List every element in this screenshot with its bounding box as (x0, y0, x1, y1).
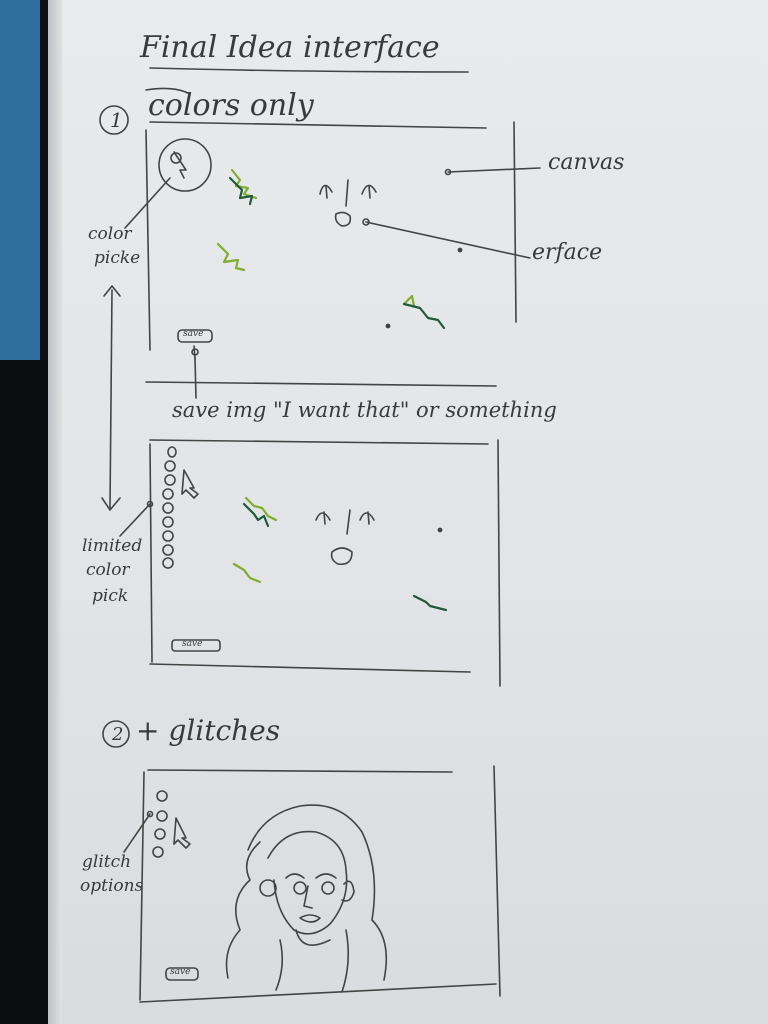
cursor-icon-frame-2 (181, 469, 199, 499)
color-swatch-9 (162, 557, 174, 569)
glitch-option-2 (156, 810, 168, 822)
frame-3-left (139, 771, 145, 1001)
color-swatch-6 (162, 516, 174, 528)
scribble-dark-2 (402, 302, 446, 330)
frame-3-bottom (139, 983, 497, 1003)
frame-1-bottom (145, 381, 497, 387)
color-swatch-3 (164, 474, 176, 486)
save-button-label-2: save (182, 639, 203, 649)
portrait-sketch (225, 804, 388, 993)
color-swatch-4 (162, 488, 174, 500)
glitch-option-4 (152, 846, 164, 858)
frame-2-bottom (149, 663, 471, 673)
glitch-option-1 (156, 790, 168, 802)
face-2-brow-right (359, 512, 375, 521)
color-picker-circle (158, 138, 212, 192)
face-2-brow-left (315, 512, 331, 521)
limited-color-leader (119, 503, 151, 537)
sketch-drawing (99, 67, 541, 1003)
color-swatch-8 (162, 544, 174, 556)
color-swatch-1 (167, 446, 177, 458)
section-2-number-circle (102, 720, 130, 748)
frame-2-left (149, 443, 153, 663)
face-2-mouth (330, 547, 353, 566)
flow-arrow (109, 289, 113, 509)
scribble-light-5 (232, 562, 262, 584)
title-underline (149, 67, 469, 73)
scribble-dark-4 (412, 594, 448, 612)
frame-2-right (497, 439, 501, 687)
face-1-mouth (334, 211, 352, 227)
canvas-leader (447, 167, 541, 173)
glitch-options-leader (123, 813, 151, 853)
frame-1-left (145, 129, 151, 351)
color-swatch-7 (162, 530, 174, 542)
frame-3-top (147, 769, 453, 773)
frame-1-top (149, 121, 487, 129)
scribble-light-2 (216, 242, 246, 272)
frame-1-right (513, 121, 517, 323)
glitch-option-3 (154, 828, 166, 840)
frame-2-top (149, 439, 489, 445)
cursor-icon-frame-3 (173, 817, 191, 849)
section-1-number-circle (99, 105, 129, 135)
interface-leader (365, 221, 531, 259)
color-swatch-2 (164, 460, 176, 472)
face-2-nose (346, 509, 351, 535)
scribble-dark-1 (228, 176, 254, 206)
save-button-label-3: save (170, 967, 191, 977)
face-1-nose (345, 179, 349, 207)
frame-3-right (493, 765, 501, 997)
save-note-leader (194, 357, 197, 399)
color-swatch-5 (162, 502, 174, 514)
save-button-label-1: save (183, 329, 204, 339)
section-1-underline (145, 87, 187, 93)
